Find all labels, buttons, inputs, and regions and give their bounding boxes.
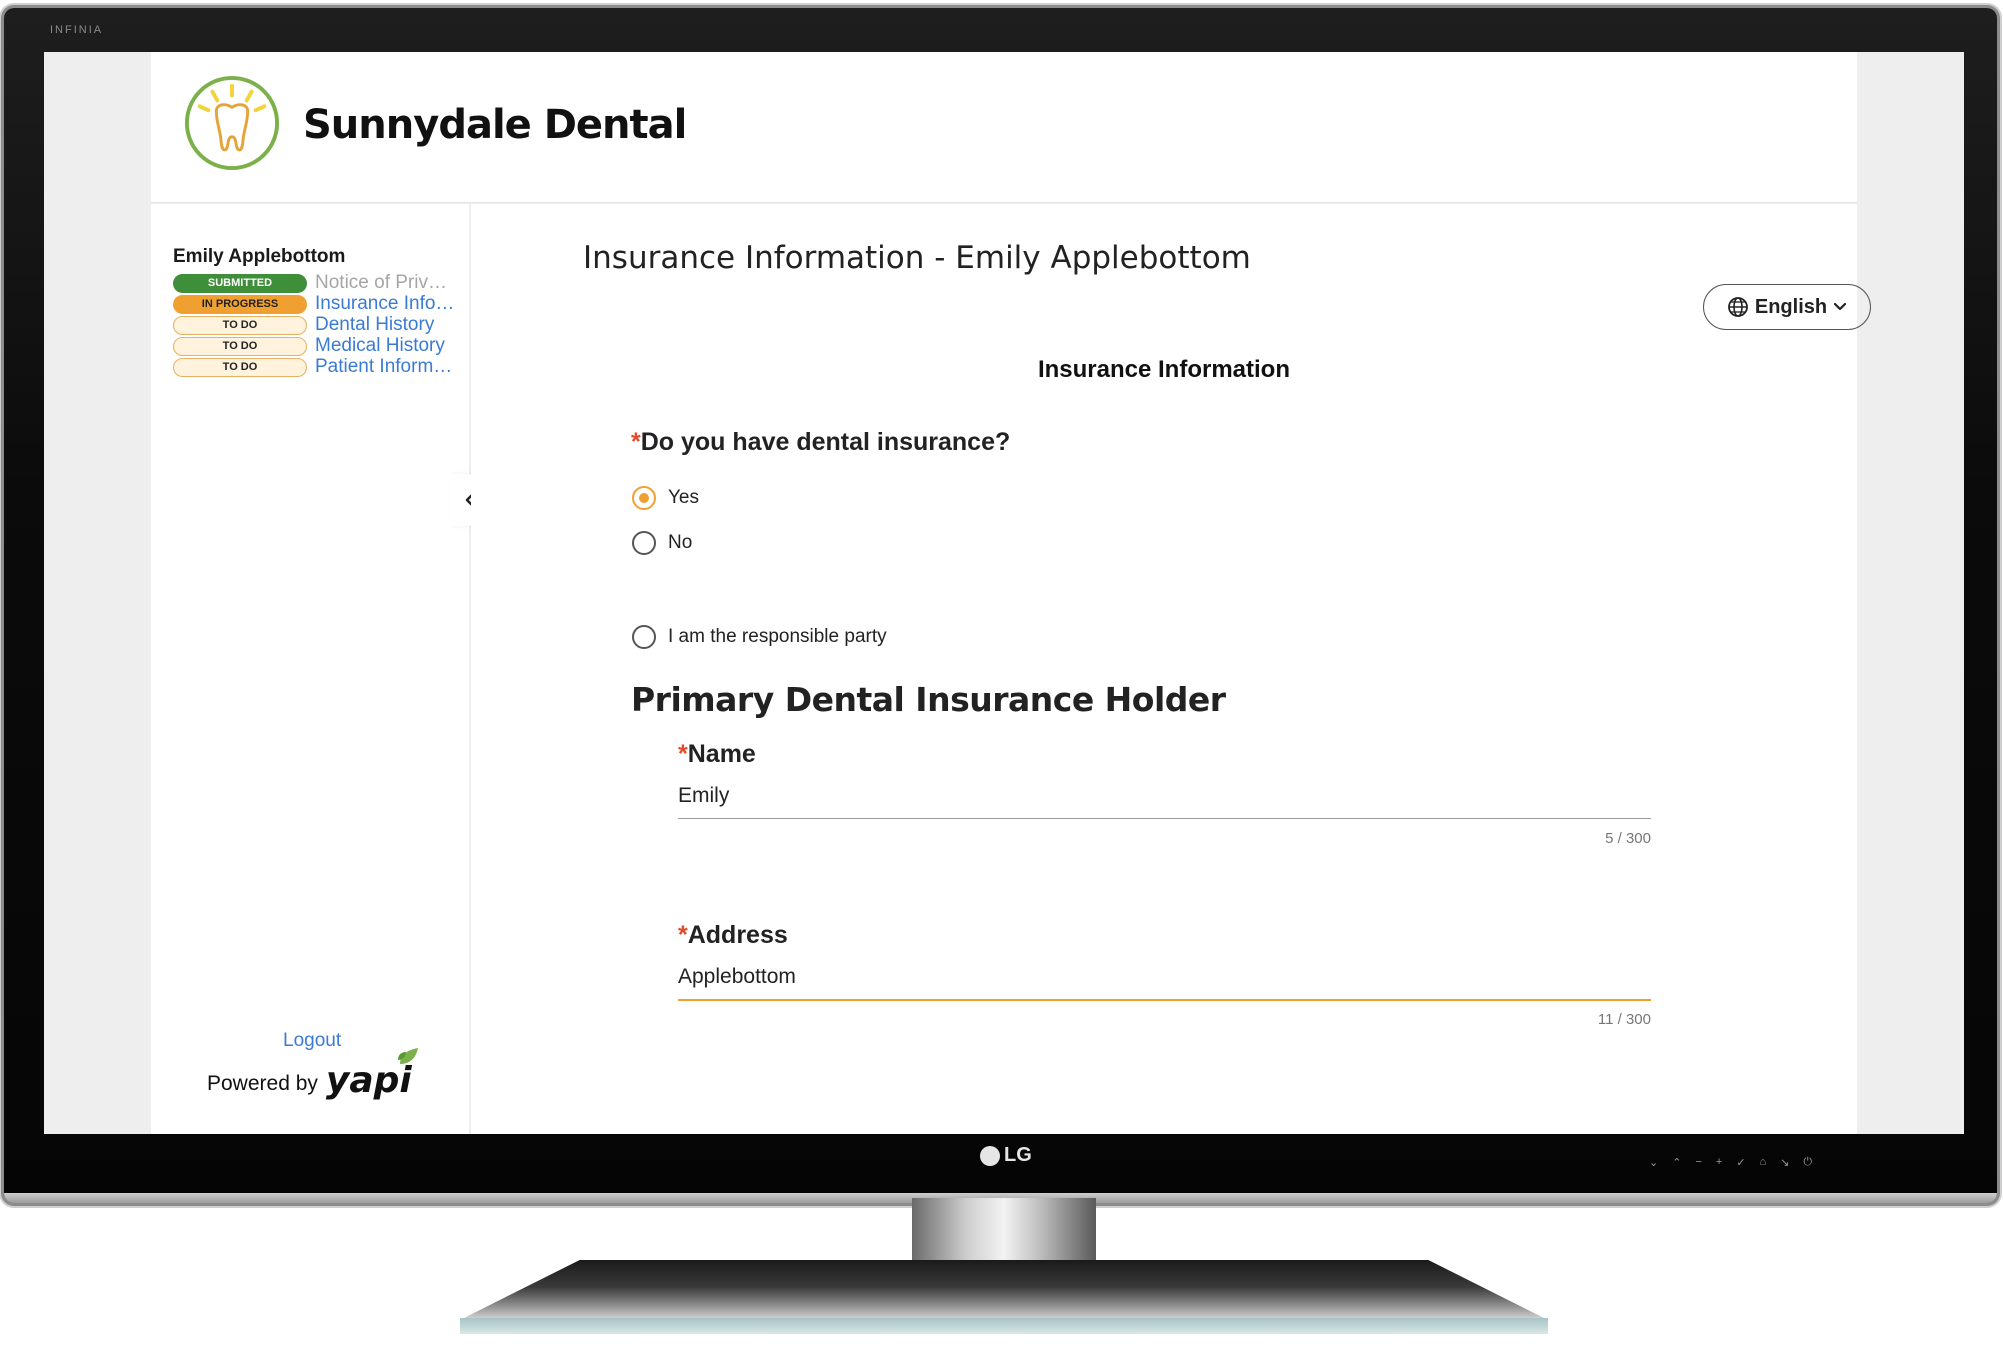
- tv-button-icon: ⌄: [1649, 1157, 1659, 1169]
- logout-link[interactable]: Logout: [283, 1030, 341, 1052]
- sidebar-step-label: Insurance Information: [315, 293, 455, 314]
- tv-button-icon: −: [1695, 1156, 1702, 1168]
- powered-by-label: Powered by: [207, 1072, 318, 1095]
- tv-button-icon: ⌂: [1759, 1156, 1767, 1168]
- radio-label: No: [668, 532, 693, 553]
- required-mark: *: [678, 921, 688, 949]
- name-field-label: *Name: [678, 740, 756, 768]
- radio-responsible-party[interactable]: I am the responsible party: [632, 625, 887, 649]
- yapi-logo: yapi: [326, 1048, 418, 1099]
- radio-unselected-icon: [632, 531, 656, 555]
- radio-unselected-icon: [632, 625, 656, 649]
- chevron-down-icon: [1834, 302, 1847, 311]
- required-mark: *: [678, 740, 688, 768]
- sidebar-step-dental-history[interactable]: TO DO Dental History: [173, 314, 463, 336]
- sidebar: Emily Applebottom SUBMITTED Notice of Pr…: [151, 204, 491, 1134]
- radio-selected-icon: [632, 486, 656, 510]
- main-form: Insurance Information - Emily Applebotto…: [471, 204, 1871, 1134]
- status-badge: TO DO: [173, 357, 307, 377]
- tv-stand-base: [460, 1260, 1548, 1320]
- globe-icon: [1727, 297, 1748, 317]
- sidebar-step-medical-history[interactable]: TO DO Medical History: [173, 335, 463, 357]
- tv-button-icon: ⌃: [1672, 1157, 1682, 1169]
- sidebar-step-insurance[interactable]: IN PROGRESS Insurance Information: [173, 293, 463, 315]
- tv-bezel: INFINIA Sunnydale Dental Emily Applebott…: [4, 8, 1997, 1203]
- tv-power-icon: ⏻: [1803, 1156, 1813, 1168]
- tv-button-icon: ↘: [1780, 1157, 1790, 1169]
- address-input[interactable]: Applebottom: [678, 965, 1651, 999]
- tv-button-icon: +: [1715, 1156, 1723, 1168]
- address-input-underline: [678, 999, 1651, 1001]
- dental-insurance-question: *Do you have dental insurance?: [631, 428, 1010, 457]
- radio-label: Yes: [668, 487, 699, 508]
- name-char-counter: 5 / 300: [1605, 830, 1651, 847]
- required-mark: *: [631, 428, 641, 456]
- lg-circle-icon: [980, 1145, 1000, 1166]
- status-badge: SUBMITTED: [173, 273, 307, 293]
- radio-label: I am the responsible party: [668, 626, 887, 647]
- status-badge: TO DO: [173, 315, 307, 335]
- browser-screen: Sunnydale Dental Emily Applebottom SUBMI…: [44, 52, 1964, 1134]
- sidebar-user-name: Emily Applebottom: [173, 246, 346, 267]
- sidebar-step-label: Dental History: [315, 314, 435, 335]
- radio-no[interactable]: No: [632, 531, 692, 555]
- section-title: Insurance Information: [1037, 356, 1291, 383]
- status-badge: TO DO: [173, 336, 307, 356]
- question-label: Do you have dental insurance?: [640, 428, 1011, 456]
- clinic-name: Sunnydale Dental: [303, 102, 687, 148]
- sidebar-step-label: Medical History: [315, 335, 445, 356]
- tv-control-buttons: ⌄ ⌃ − + ✓ ⌂ ↘ ⏻: [1649, 1156, 1812, 1169]
- tv-lg-logo: LG: [980, 1144, 1032, 1167]
- insurance-holder-title: Primary Dental Insurance Holder: [631, 680, 1226, 719]
- tv-stand-glass-edge: [460, 1318, 1548, 1334]
- sidebar-step-privacy[interactable]: SUBMITTED Notice of Privacy Practices: [173, 272, 463, 294]
- name-input[interactable]: Emily: [678, 784, 1651, 818]
- tooth-sun-logo-icon: [184, 75, 280, 171]
- language-select[interactable]: English: [1703, 284, 1871, 330]
- sidebar-step-patient-info[interactable]: TO DO Patient Information: [173, 356, 463, 378]
- page-title: Insurance Information - Emily Applebotto…: [583, 240, 1251, 276]
- tv-brand-label: INFINIA: [50, 24, 104, 36]
- radio-yes[interactable]: Yes: [632, 486, 699, 510]
- leaf-icon: [397, 1048, 418, 1064]
- site-header: Sunnydale Dental: [151, 52, 1857, 203]
- tv-button-icon: ✓: [1736, 1157, 1746, 1169]
- status-badge: IN PROGRESS: [173, 294, 307, 314]
- powered-by: Powered by yapi: [207, 1048, 418, 1099]
- address-char-counter: 11 / 300: [1597, 1011, 1651, 1028]
- sidebar-step-label: Patient Information: [315, 356, 455, 377]
- language-label: English: [1754, 295, 1828, 318]
- name-input-underline: [678, 818, 1651, 819]
- sidebar-step-label: Notice of Privacy Practices: [315, 272, 455, 293]
- address-field-label: *Address: [678, 921, 788, 949]
